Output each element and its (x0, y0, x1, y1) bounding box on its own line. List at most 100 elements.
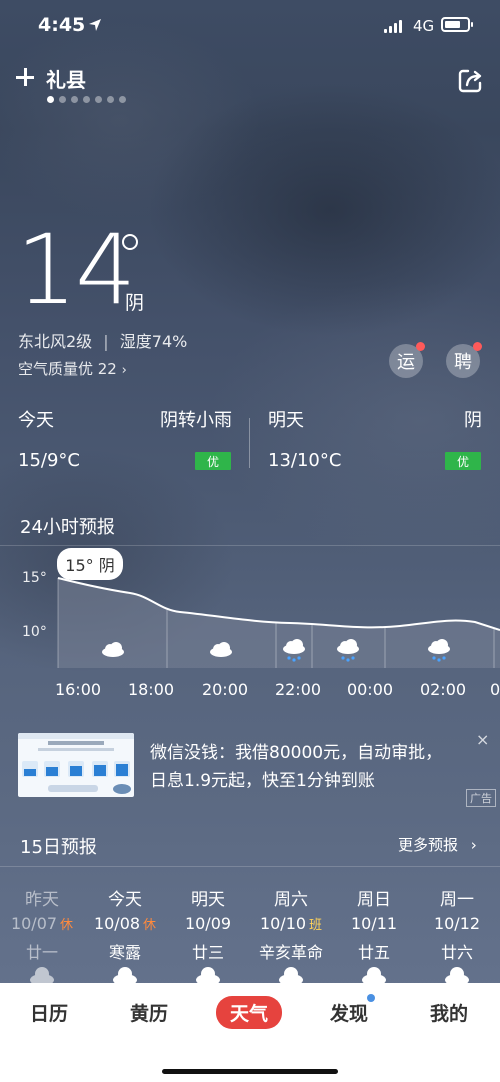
nav-almanac[interactable]: 黄历 (130, 999, 168, 1026)
day-date: 10/12 (433, 914, 481, 933)
holiday-tag: 休 (143, 918, 157, 933)
day-name: 周一 (440, 890, 474, 910)
nav-mine[interactable]: 我的 (430, 999, 468, 1026)
page-indicator (47, 96, 126, 103)
day-date: 10/09 (184, 914, 232, 933)
network-label: 4G (413, 17, 435, 35)
hour-label: 00:00 (346, 680, 394, 699)
ad-image[interactable] (18, 733, 134, 797)
daily-weather-icons (30, 967, 469, 984)
more-forecast-link[interactable]: 更多预报 › (398, 834, 477, 855)
divider (249, 418, 250, 468)
day-date-row: 10/10 班 (251, 914, 331, 933)
more-forecast-label: 更多预报 (398, 836, 459, 854)
chevron-right-icon: › (470, 836, 477, 854)
tomorrow-aq-badge: 优 (445, 452, 481, 470)
cloud-icon (196, 967, 220, 984)
day-name: 明天 (191, 890, 225, 910)
lunar-date: 辛亥革命 (258, 943, 323, 962)
notification-dot (367, 994, 375, 1002)
today-aq-badge: 优 (195, 452, 231, 470)
daily-title: 15日预报 (20, 837, 97, 858)
nav-weather[interactable]: 天气 (216, 996, 283, 1029)
separator: | (103, 332, 109, 351)
close-icon[interactable]: × (476, 730, 489, 749)
battery-icon (441, 17, 473, 32)
workday-tag: 班 (309, 918, 323, 933)
day-column[interactable]: 昨天 10/07 休 廿一 (2, 885, 82, 963)
today-range: 15/9°C (18, 450, 80, 471)
today-label: 今天 (18, 410, 54, 431)
day-date: 10/11 (350, 914, 398, 933)
cloud-icon (279, 967, 303, 984)
tomorrow-label: 明天 (268, 410, 304, 431)
wind-humidity: 东北风2级 | 湿度74% (18, 328, 187, 352)
cloud-icon (362, 967, 386, 984)
day-column[interactable]: 周六 10/10 班 辛亥革命 (251, 885, 331, 963)
tomorrow-range: 13/10°C (268, 450, 342, 471)
divider (0, 545, 500, 546)
nav-calendar[interactable]: 日历 (30, 999, 68, 1026)
location-arrow-icon (89, 19, 101, 31)
pin-bubble-button[interactable]: 聘 (446, 342, 482, 378)
day-date-row: 10/12 (417, 914, 497, 933)
holiday-tag: 休 (60, 918, 74, 933)
degree-symbol (122, 234, 138, 250)
day-date-row: 10/11 (334, 914, 414, 933)
current-temperature: 14 (16, 214, 136, 326)
hourly-title: 24小时预报 (20, 517, 115, 538)
day-column[interactable]: 周日 10/11 廿五 (334, 885, 414, 963)
today-condition: 阴转小雨 (160, 410, 232, 431)
status-time: 4:45 (38, 14, 86, 36)
lunar-date: 廿一 (25, 943, 58, 962)
lunar-date: 廿五 (357, 943, 390, 962)
day-date: 10/08 (93, 914, 141, 933)
yun-label: 运 (397, 352, 415, 373)
day-date-row: 10/07 休 (2, 914, 82, 933)
pin-label: 聘 (454, 352, 472, 373)
chevron-right-icon: › (121, 363, 127, 378)
lunar-date: 寒露 (108, 943, 141, 962)
city-name[interactable]: 礼县 (46, 64, 86, 93)
nav-discover[interactable]: 发现 (330, 999, 368, 1026)
yun-bubble-button[interactable]: 运 (389, 342, 425, 378)
lunar-date: 廿三 (191, 943, 224, 962)
hour-label: 0 (490, 680, 500, 699)
signal-icon (384, 20, 402, 33)
cloud-icon (30, 967, 54, 984)
day-date-row: 10/08 休 (85, 914, 165, 933)
tomorrow-condition: 阴 (464, 410, 482, 431)
day-name: 周日 (357, 890, 391, 910)
day-date: 10/07 (10, 914, 58, 933)
notification-dot (473, 342, 482, 351)
add-city-button[interactable] (14, 66, 36, 88)
hour-label: 20:00 (201, 680, 249, 699)
day-date: 10/10 (259, 914, 307, 933)
temperature-tooltip: 15° 阴 (57, 548, 123, 580)
cloud-icon (113, 967, 137, 984)
home-indicator[interactable] (162, 1069, 338, 1074)
wind-text: 东北风2级 (18, 332, 93, 351)
cloud-icon (445, 967, 469, 984)
ad-tag: 广告 (466, 789, 496, 807)
lunar-date: 廿六 (440, 943, 473, 962)
day-column[interactable]: 周一 10/12 廿六 (417, 885, 497, 963)
divider (0, 866, 500, 867)
day-column[interactable]: 明天 10/09 廿三 (168, 885, 248, 963)
air-quality-link[interactable]: 空气质量优 22 › (18, 358, 127, 379)
notification-dot (416, 342, 425, 351)
ad-text[interactable]: 微信没钱：我借80000元，自动审批，日息1.9元起，快至1分钟到账 (150, 739, 450, 795)
ad-illustration (18, 733, 134, 794)
bottom-nav: 日历 黄历 天气 发现 我的 (0, 983, 500, 1082)
air-quality-text: 空气质量优 22 (18, 360, 117, 378)
day-name: 周六 (274, 890, 308, 910)
hour-label: 18:00 (127, 680, 175, 699)
current-condition: 阴 (125, 292, 145, 314)
day-name: 今天 (108, 890, 142, 910)
share-icon[interactable] (457, 68, 483, 94)
day-column[interactable]: 今天 10/08 休 寒露 (85, 885, 165, 963)
hour-label: 16:00 (54, 680, 102, 699)
hour-label: 02:00 (419, 680, 467, 699)
hour-label: 22:00 (274, 680, 322, 699)
day-date-row: 10/09 (168, 914, 248, 933)
